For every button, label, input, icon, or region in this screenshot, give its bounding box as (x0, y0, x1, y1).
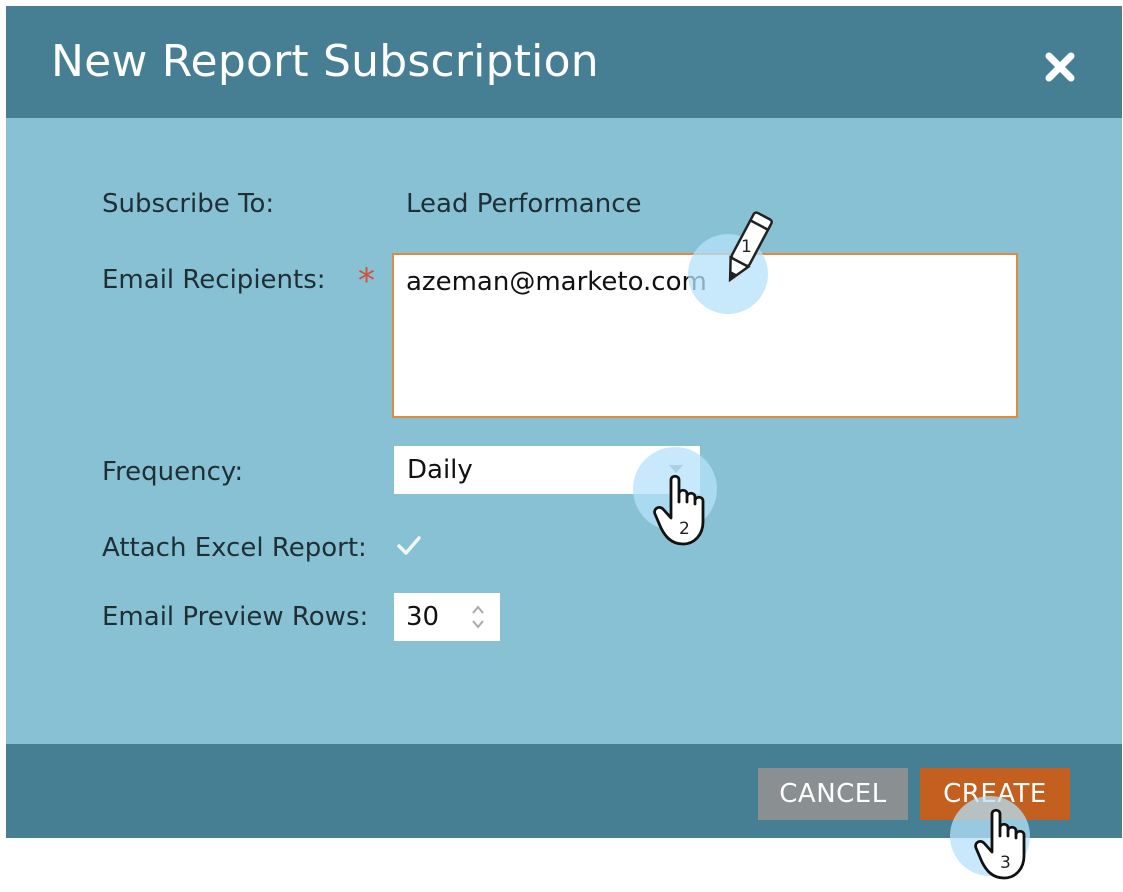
hand-cursor-icon: 3 (974, 808, 1026, 880)
step-2-label: 2 (679, 519, 690, 539)
hand-cursor-icon: 2 (653, 474, 705, 546)
stepper-arrows-icon[interactable] (470, 603, 486, 631)
dialog-title: New Report Subscription (51, 36, 599, 87)
new-report-subscription-dialog: New Report Subscription Subscribe To: Le… (6, 6, 1122, 838)
frequency-label: Frequency: (102, 457, 244, 487)
email-recipients-label: Email Recipients: (102, 265, 326, 295)
preview-rows-value: 30 (406, 602, 440, 632)
step-3-label: 3 (1000, 853, 1011, 873)
required-mark: * (358, 261, 375, 301)
subscribe-to-value: Lead Performance (406, 189, 642, 219)
attach-excel-checkbox[interactable] (396, 533, 422, 559)
preview-rows-stepper[interactable]: 30 (394, 593, 500, 641)
subscribe-to-label: Subscribe To: (102, 189, 275, 219)
frequency-selected-value: Daily (407, 455, 473, 485)
step-1-label: 1 (741, 237, 752, 257)
close-icon[interactable] (1043, 50, 1077, 84)
attach-excel-label: Attach Excel Report: (102, 533, 367, 563)
preview-rows-label: Email Preview Rows: (102, 602, 369, 632)
pencil-cursor-icon: 1 (728, 211, 773, 283)
dialog-header: New Report Subscription (6, 6, 1122, 118)
cancel-button[interactable]: CANCEL (758, 768, 908, 820)
